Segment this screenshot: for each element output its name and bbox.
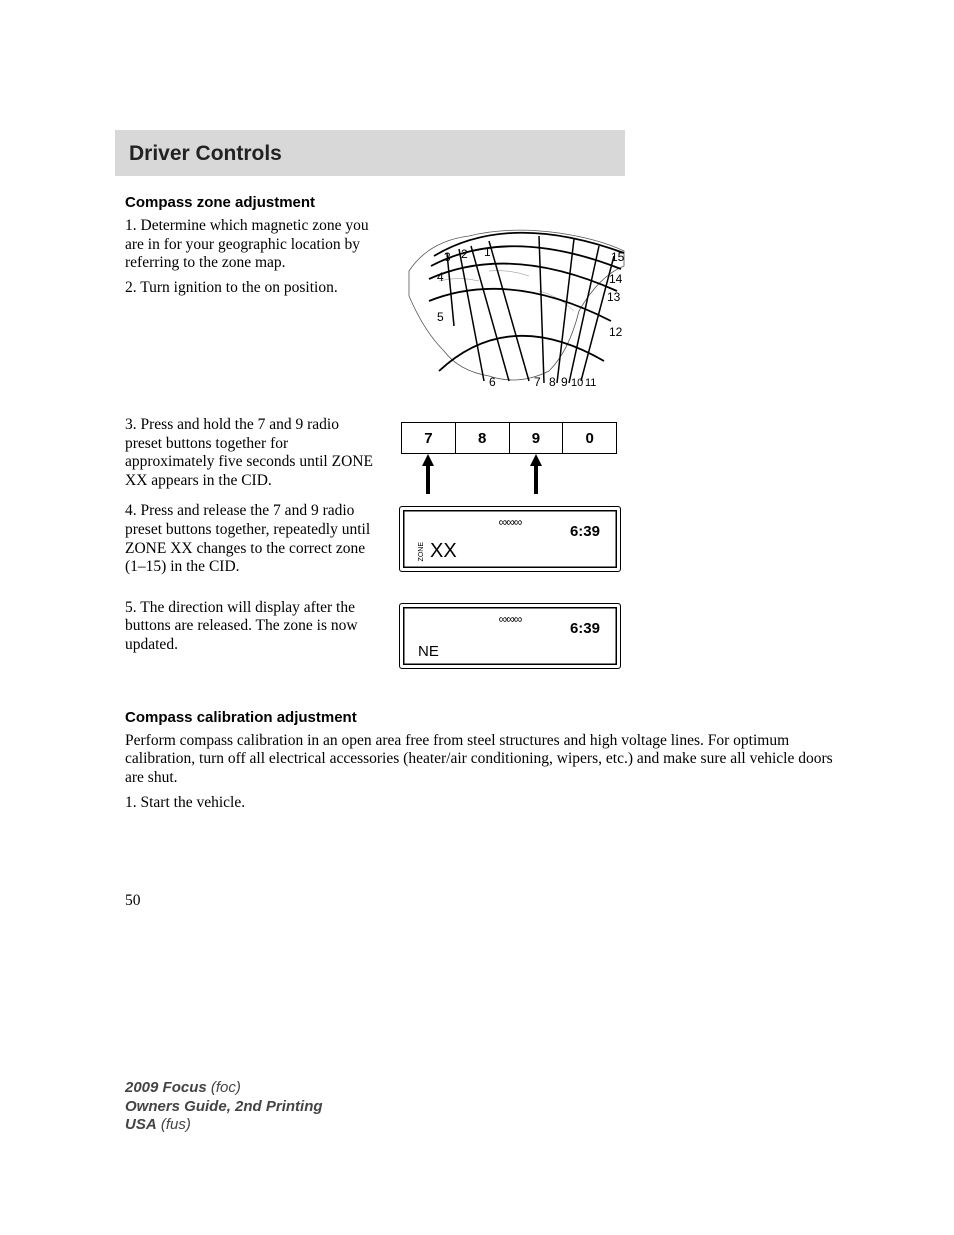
step-3-text: 3. Press and hold the 7 and 9 radio pres… bbox=[125, 416, 375, 490]
preset-buttons-figure: 7 8 9 0 bbox=[399, 422, 834, 496]
zone-label-1: 1 bbox=[484, 245, 491, 259]
arrow-up-icon bbox=[509, 454, 563, 496]
preset-button-8: 8 bbox=[456, 422, 510, 453]
zone-label-13: 13 bbox=[607, 290, 621, 304]
cid-time: 6:39 bbox=[570, 620, 600, 637]
step-5-text: 5. The direction will display after the … bbox=[125, 599, 375, 655]
zone-label-6: 6 bbox=[489, 375, 496, 389]
cid-signal-icon: ∞∞∞ bbox=[499, 515, 522, 529]
compass-calibration-heading: Compass calibration adjustment bbox=[125, 709, 834, 726]
page-number: 50 bbox=[125, 892, 834, 910]
calibration-step-1-text: 1. Start the vehicle. bbox=[125, 794, 834, 813]
zone-label-12: 12 bbox=[609, 325, 623, 339]
section-title: Driver Controls bbox=[129, 142, 611, 166]
footer: 2009 Focus (foc) Owners Guide, 2nd Print… bbox=[125, 1079, 323, 1135]
section-title-bar: Driver Controls bbox=[115, 130, 625, 176]
cid-zone-value: XX bbox=[430, 540, 457, 563]
calibration-intro-text: Perform compass calibration in an open a… bbox=[125, 732, 834, 788]
preset-button-9: 9 bbox=[510, 422, 564, 453]
footer-model: 2009 Focus bbox=[125, 1079, 207, 1096]
zone-label-7: 7 bbox=[534, 375, 541, 389]
footer-guide: Owners Guide, 2nd Printing bbox=[125, 1098, 323, 1115]
footer-model-code: (foc) bbox=[211, 1079, 241, 1096]
cid-signal-icon: ∞∞∞ bbox=[499, 612, 522, 626]
preset-button-7: 7 bbox=[402, 422, 456, 453]
cid-display-direction: ∞∞∞ 6:39 NE bbox=[399, 603, 621, 669]
cid-direction: NE bbox=[418, 643, 439, 660]
arrow-up-icon bbox=[401, 454, 455, 496]
step-1-text: 1. Determine which magnetic zone you are… bbox=[125, 217, 375, 273]
cid-time: 6:39 bbox=[570, 523, 600, 540]
zone-label-3: 3 bbox=[444, 250, 451, 264]
zone-label-9: 9 bbox=[561, 375, 568, 389]
zone-label-15: 15 bbox=[611, 250, 625, 264]
step-4-text: 4. Press and release the 7 and 9 radio p… bbox=[125, 502, 375, 576]
zone-label-8: 8 bbox=[549, 375, 556, 389]
preset-button-0: 0 bbox=[563, 422, 617, 453]
compass-zone-heading: Compass zone adjustment bbox=[125, 194, 834, 211]
zone-label-5: 5 bbox=[437, 310, 444, 324]
zone-label-4: 4 bbox=[437, 270, 444, 284]
cid-zone-word: ZONE bbox=[418, 542, 425, 561]
cid-display-zone: ∞∞∞ 6:39 ZONE XX bbox=[399, 506, 621, 572]
step-2-text: 2. Turn ignition to the on position. bbox=[125, 279, 375, 298]
footer-region: USA bbox=[125, 1116, 157, 1133]
zone-label-14: 14 bbox=[609, 272, 623, 286]
footer-region-code: (fus) bbox=[161, 1116, 191, 1133]
zone-label-2: 2 bbox=[461, 247, 468, 261]
zone-label-11: 11 bbox=[585, 377, 596, 389]
zone-map-figure: 1 2 3 4 5 6 7 8 9 10 11 12 13 14 15 bbox=[399, 221, 629, 401]
zone-label-10: 10 bbox=[571, 377, 583, 389]
